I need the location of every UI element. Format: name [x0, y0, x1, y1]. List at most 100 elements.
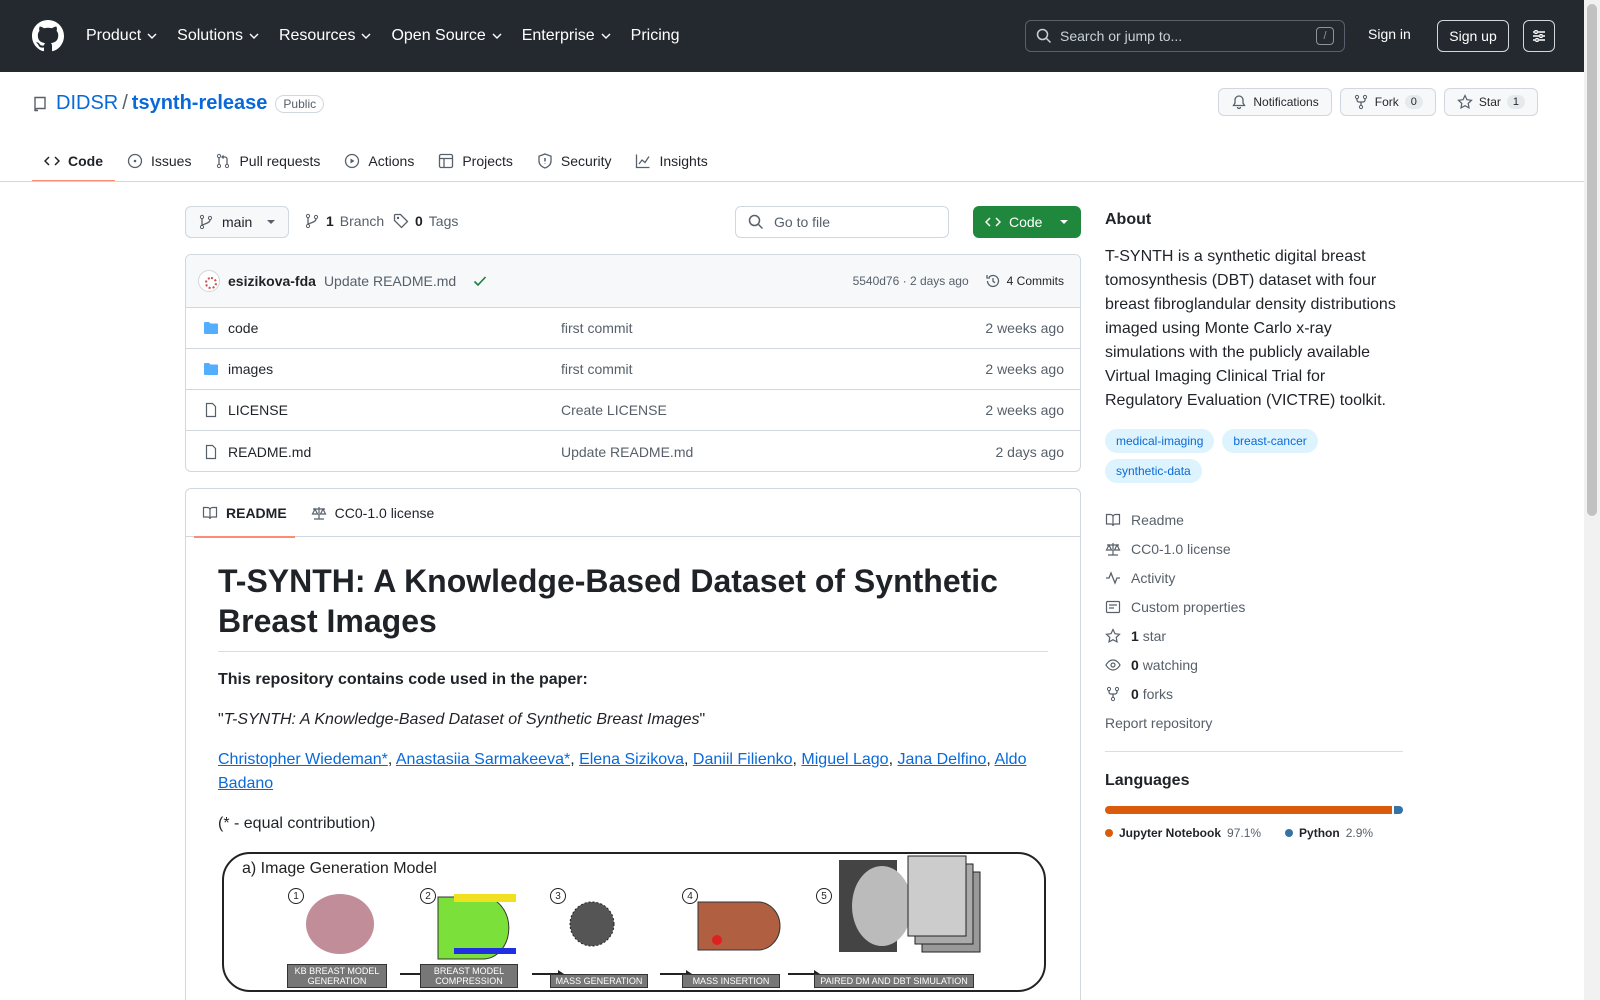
nav-pricing[interactable]: Pricing: [631, 27, 680, 45]
scrollbar-thumb[interactable]: [1587, 4, 1597, 516]
languages-legend: Jupyter Notebook 97.1% Python 2.9%: [1105, 826, 1403, 840]
readme-link[interactable]: Readme: [1105, 505, 1403, 534]
tab-issues[interactable]: Issues: [115, 140, 203, 182]
file-name-link[interactable]: README.md: [228, 444, 561, 460]
file-row[interactable]: code first commit 2 weeks ago: [186, 308, 1080, 349]
global-search-input[interactable]: Search or jump to... /: [1025, 20, 1345, 52]
nav-product[interactable]: Product: [86, 27, 158, 45]
pulse-icon: [1106, 570, 1120, 585]
license-link[interactable]: CC0-1.0 license: [1105, 534, 1403, 563]
language-color-dot: [1285, 829, 1294, 837]
scale-icon: [1105, 542, 1121, 556]
author-link[interactable]: Elena Sizikova: [579, 751, 684, 768]
tag-icon: [393, 213, 409, 229]
star-button[interactable]: Star 1: [1443, 88, 1538, 116]
branches-link[interactable]: 1 Branch: [304, 213, 384, 229]
tags-link[interactable]: 0 Tags: [393, 213, 458, 229]
folder-icon: [204, 322, 218, 334]
file-icon: [205, 444, 217, 459]
author-link[interactable]: Miguel Lago: [801, 751, 888, 768]
fork-button[interactable]: Fork 0: [1339, 88, 1436, 116]
fork-count: 0: [1404, 95, 1423, 109]
stage-label: MASS GENERATION: [550, 974, 648, 988]
nav-enterprise[interactable]: Enterprise: [522, 27, 612, 45]
go-to-file-placeholder: Go to file: [774, 214, 831, 230]
language-item[interactable]: Jupyter Notebook 97.1%: [1105, 826, 1261, 840]
folder-icon: [204, 363, 218, 375]
file-name-link[interactable]: code: [228, 320, 561, 336]
sliders-icon: [1533, 30, 1545, 42]
file-commit-message[interactable]: Update README.md: [561, 444, 693, 460]
tab-license[interactable]: CC0-1.0 license: [303, 489, 443, 537]
repo-name-link[interactable]: tsynth-release: [132, 92, 268, 115]
file-commit-message[interactable]: Create LICENSE: [561, 402, 667, 418]
topic-tag[interactable]: synthetic-data: [1105, 459, 1202, 483]
author-link[interactable]: Jana Delfino: [897, 751, 986, 768]
scale-icon: [311, 506, 327, 520]
search-icon: [1036, 28, 1052, 44]
shield-icon: [538, 153, 552, 169]
repo-owner-link[interactable]: DIDSR: [56, 92, 118, 115]
forks-link[interactable]: 0 forks: [1105, 679, 1403, 708]
file-name-link[interactable]: images: [228, 361, 561, 377]
file-row[interactable]: README.md Update README.md 2 days ago: [186, 431, 1080, 471]
play-circle-icon: [345, 153, 360, 169]
star-icon: [1105, 627, 1121, 643]
tab-insights[interactable]: Insights: [623, 140, 719, 182]
file-commit-message[interactable]: first commit: [561, 320, 633, 336]
commits-history-link[interactable]: 4 Commits: [985, 273, 1064, 289]
file-row[interactable]: LICENSE Create LICENSE 2 weeks ago: [186, 390, 1080, 431]
repo-path-separator: /: [122, 92, 128, 114]
author-link[interactable]: Daniil Filienko: [693, 751, 793, 768]
go-to-file-input[interactable]: Go to file: [735, 206, 949, 238]
note-icon: [1105, 600, 1121, 613]
readme-note: (* - equal contribution): [218, 815, 376, 832]
header-menu-button[interactable]: [1523, 20, 1555, 52]
file-commit-message[interactable]: first commit: [561, 361, 633, 377]
issue-icon: [127, 153, 143, 169]
book-icon: [1105, 513, 1121, 526]
author-link[interactable]: Christopher Wiedeman*: [218, 751, 388, 768]
check-icon[interactable]: [472, 273, 488, 289]
chevron-down-icon: [492, 33, 502, 39]
file-row[interactable]: images first commit 2 weeks ago: [186, 349, 1080, 390]
tab-projects[interactable]: Projects: [426, 140, 525, 182]
dbt-stack-front: [907, 855, 967, 937]
tab-code[interactable]: Code: [32, 140, 115, 182]
tab-security[interactable]: Security: [525, 140, 624, 182]
topic-tag[interactable]: breast-cancer: [1222, 429, 1318, 453]
tab-actions[interactable]: Actions: [332, 140, 426, 182]
sign-in-link[interactable]: Sign in: [1368, 26, 1411, 42]
search-shortcut-key: /: [1316, 27, 1334, 45]
watchers-link[interactable]: 0 watching: [1105, 650, 1403, 679]
avatar[interactable]: [198, 270, 220, 292]
page-scrollbar[interactable]: [1584, 0, 1600, 1000]
activity-link[interactable]: Activity: [1105, 563, 1403, 592]
stage-label: PAIRED DM AND DBT SIMULATION: [814, 974, 974, 988]
tab-pull-requests[interactable]: Pull requests: [203, 140, 332, 182]
file-name-link[interactable]: LICENSE: [228, 402, 561, 418]
github-logo-icon[interactable]: [32, 20, 64, 52]
tab-readme[interactable]: README: [194, 489, 295, 538]
nav-solutions[interactable]: Solutions: [177, 27, 260, 45]
nav-open-source[interactable]: Open Source: [391, 27, 502, 45]
repo-tabs: Code Issues Pull requests Actions Projec…: [32, 140, 720, 182]
branch-selector[interactable]: main: [185, 206, 289, 238]
commit-author-link[interactable]: esizikova-fda: [228, 273, 316, 289]
commit-message-link[interactable]: Update README.md: [324, 273, 456, 289]
stage-label: KB BREAST MODEL GENERATION: [287, 964, 387, 988]
pipeline-figure: a) Image Generation Model 1 2 3 4 5 KB B…: [222, 852, 1046, 992]
language-item[interactable]: Python 2.9%: [1285, 826, 1373, 840]
custom-properties-link[interactable]: Custom properties: [1105, 592, 1403, 621]
history-icon: [986, 274, 999, 288]
nav-resources[interactable]: Resources: [279, 27, 372, 45]
topic-tag[interactable]: medical-imaging: [1105, 429, 1215, 453]
code-dropdown-button[interactable]: Code: [973, 206, 1081, 238]
commit-hash-time[interactable]: 5540d76 · 2 days ago: [853, 274, 969, 288]
stars-link[interactable]: 1 star: [1105, 621, 1403, 650]
report-repository-link[interactable]: Report repository: [1105, 708, 1403, 737]
branch-icon: [199, 214, 213, 230]
author-link[interactable]: Anastasiia Sarmakeeva*: [396, 751, 570, 768]
notifications-button[interactable]: Notifications: [1218, 88, 1332, 116]
sign-up-button[interactable]: Sign up: [1437, 20, 1509, 52]
